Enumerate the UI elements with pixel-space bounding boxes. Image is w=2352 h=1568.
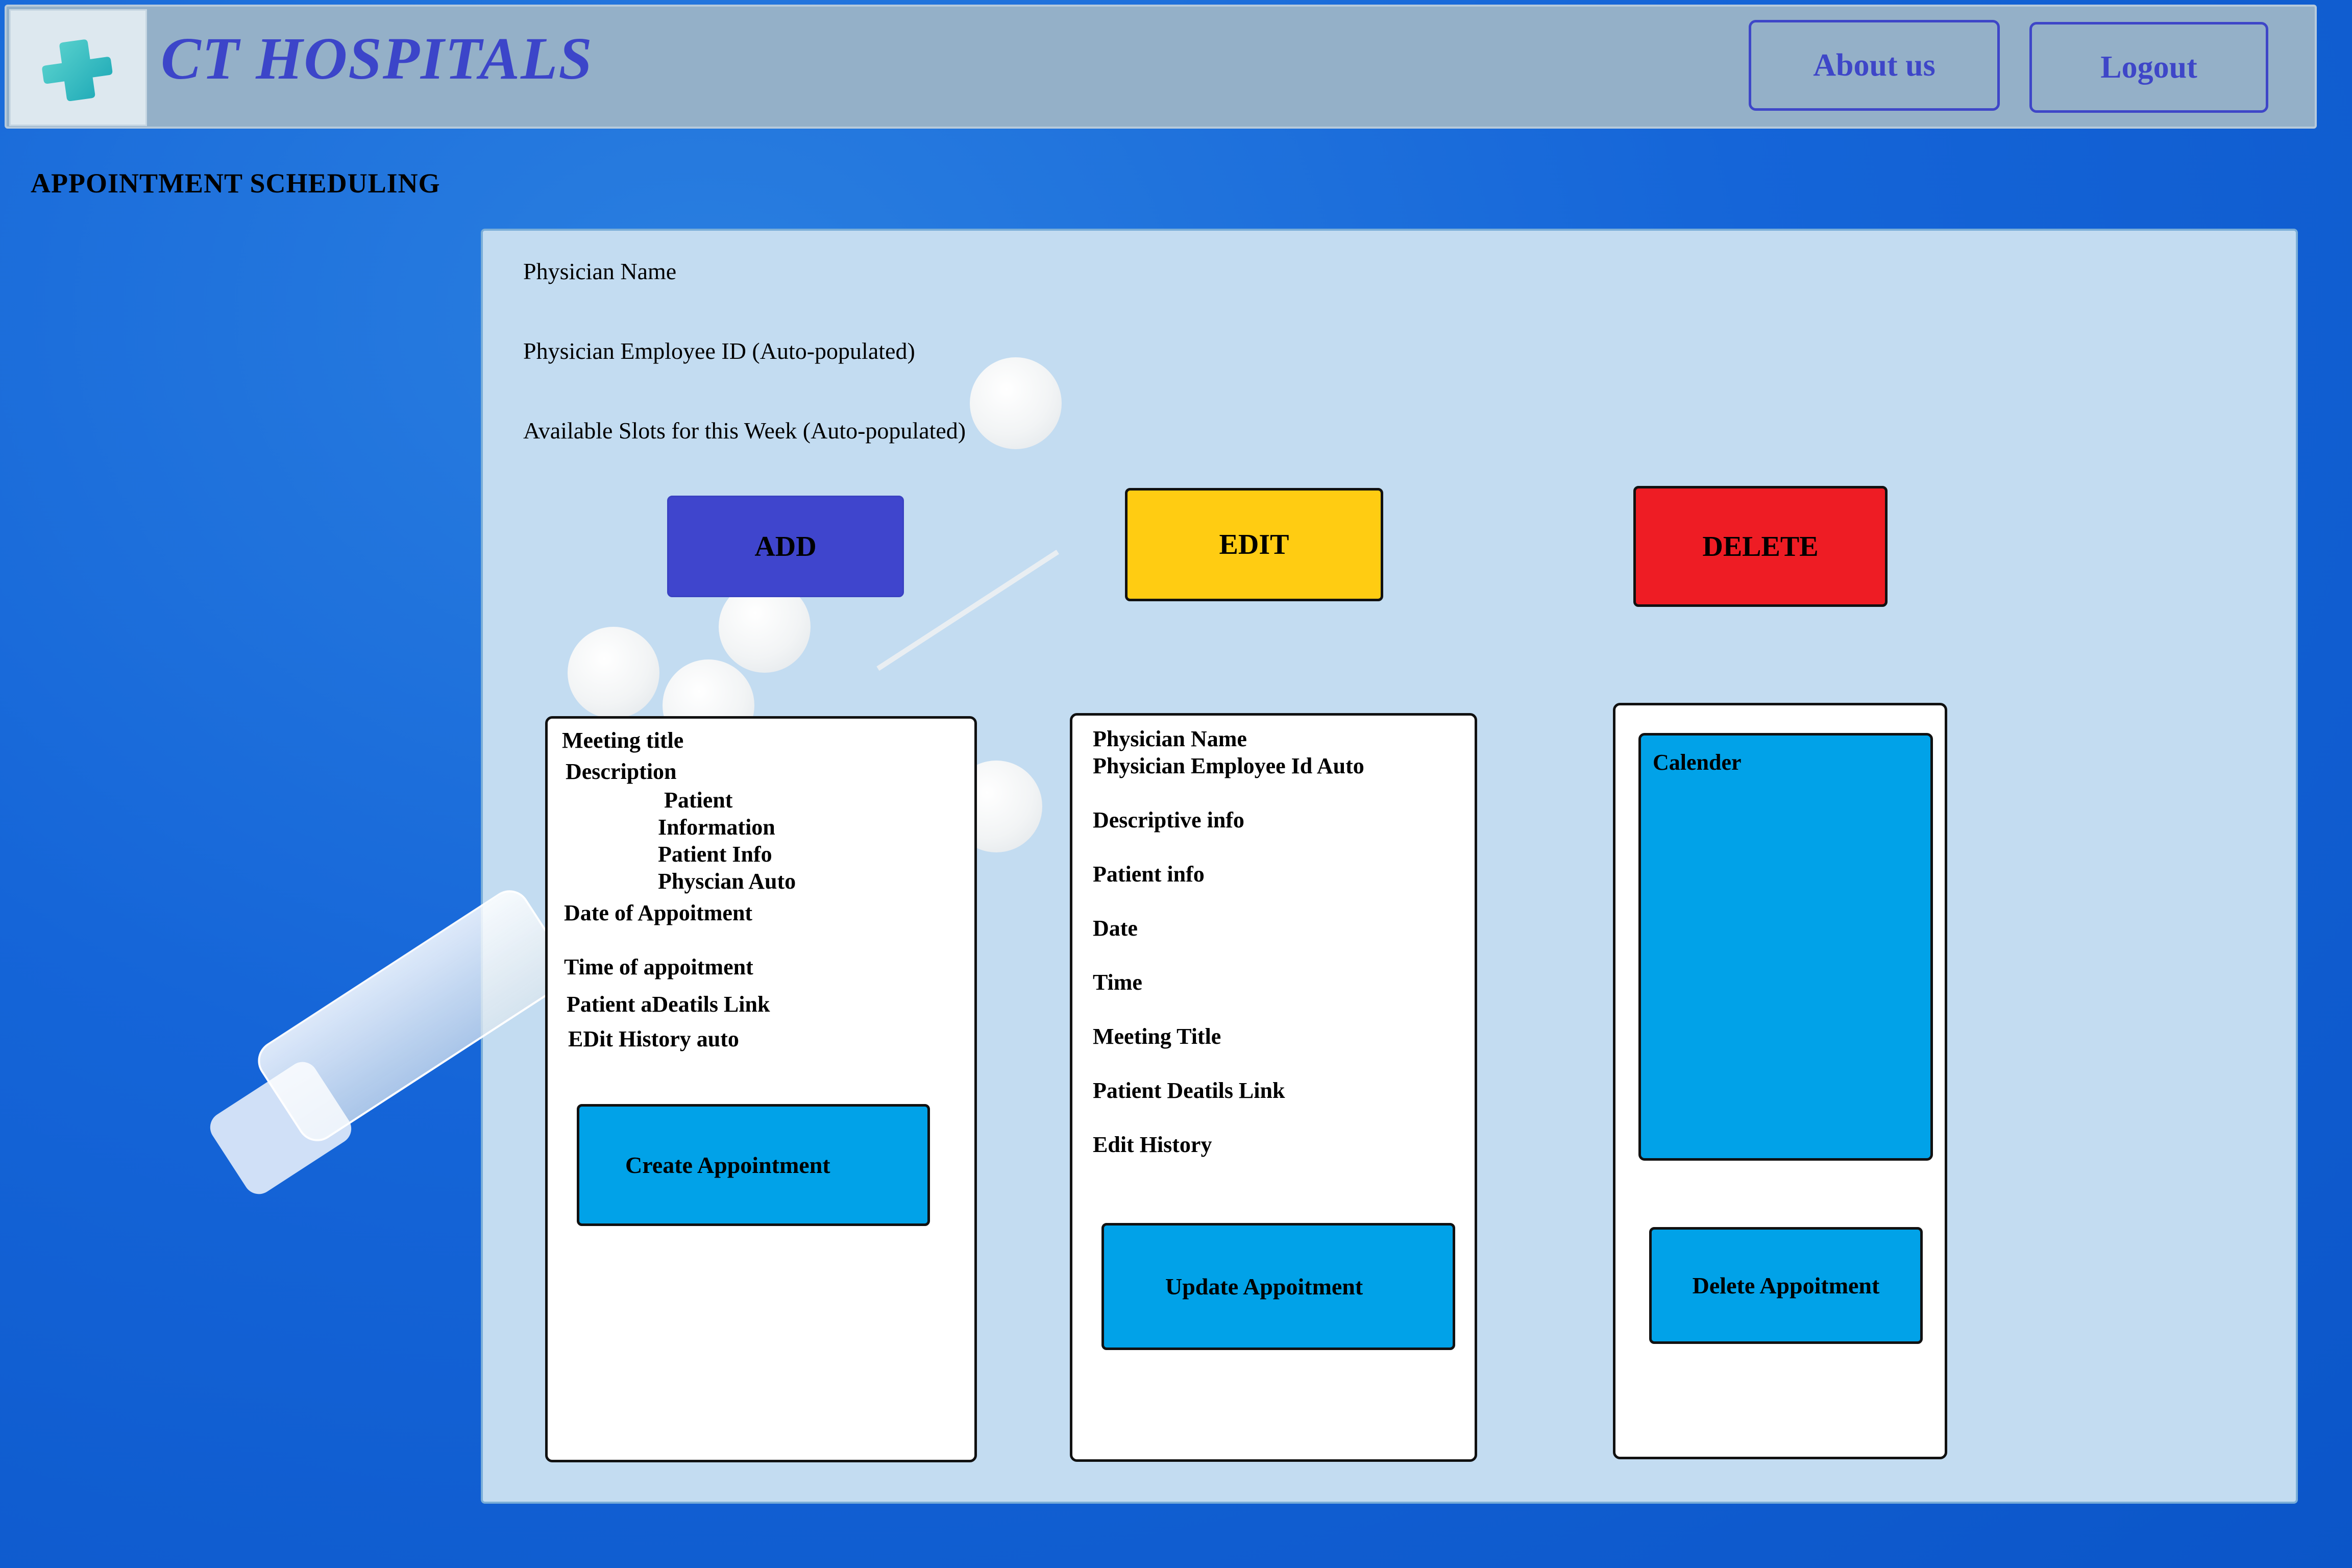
patient-info-field[interactable]: Patient Info (658, 841, 772, 867)
calendar-label: Calender (1653, 750, 1742, 775)
patient-details-link[interactable]: Patient Deatils Link (1093, 1077, 1285, 1104)
medical-cross-icon (42, 39, 113, 102)
edit-button[interactable]: EDIT (1125, 488, 1383, 601)
time-field[interactable]: Time of appoitment (564, 954, 753, 980)
patient-details-link[interactable]: Patient aDeatils Link (567, 991, 770, 1017)
create-appointment-button[interactable]: Create Appointment (577, 1104, 930, 1226)
logout-button[interactable]: Logout (2029, 22, 2268, 113)
meeting-title-field[interactable]: Meeting title (562, 727, 683, 753)
patient-label: Patient (664, 788, 733, 813)
date-field[interactable]: Date of Appoitment (564, 900, 752, 926)
date-field[interactable]: Date (1093, 915, 1138, 941)
physician-employee-id-field: Physician Employee Id Auto (1093, 753, 1364, 778)
description-field[interactable]: Description (566, 758, 677, 785)
physician-employee-id-label: Physician Employee ID (Auto-populated) (523, 338, 915, 364)
physician-name-field[interactable]: Physician Name (1093, 726, 1247, 752)
logo (9, 9, 147, 126)
about-us-button[interactable]: About us (1749, 20, 2000, 111)
delete-button[interactable]: DELETE (1633, 486, 1888, 607)
delete-appointment-button[interactable]: Delete Appoitment (1649, 1227, 1923, 1344)
calendar-widget[interactable] (1638, 733, 1933, 1161)
time-field[interactable]: Time (1093, 969, 1142, 995)
page-title: APPOINTMENT SCHEDULING (31, 168, 440, 199)
pill-image (970, 357, 1062, 449)
physician-name-label: Physician Name (523, 258, 677, 284)
patient-info-field[interactable]: Patient info (1093, 861, 1205, 887)
edit-history-field: EDit History auto (568, 1026, 739, 1051)
update-appointment-button[interactable]: Update Appoitment (1101, 1223, 1455, 1350)
descriptive-info-field[interactable]: Descriptive info (1093, 807, 1244, 833)
pill-image (568, 627, 659, 719)
app-title: CT HOSPITALS (161, 25, 593, 92)
available-slots-label: Available Slots for this Week (Auto-popu… (523, 418, 966, 444)
add-button[interactable]: ADD (667, 496, 904, 597)
physician-field[interactable]: Physcian Auto (658, 868, 796, 894)
information-label: Information (658, 815, 775, 840)
meeting-title-field[interactable]: Meeting Title (1093, 1023, 1221, 1049)
edit-history-field: Edit History (1093, 1132, 1212, 1157)
